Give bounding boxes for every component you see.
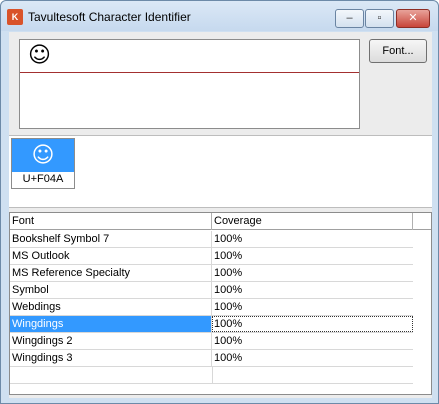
list-item[interactable]: MS Reference Specialty 100% xyxy=(10,265,413,282)
window-title: Tavultesoft Character Identifier xyxy=(28,10,191,24)
font-coverage: 100% xyxy=(214,233,243,245)
font-coverage: 100% xyxy=(212,316,413,332)
title-bar[interactable]: K Tavultesoft Character Identifier ‒ ▫ ✕ xyxy=(1,1,438,31)
maximize-button[interactable]: ▫ xyxy=(365,9,394,28)
list-item[interactable]: Symbol 100% xyxy=(10,282,413,299)
client-area: ☺ Font... ☺ U+F04A Font Coverage Bookshe… xyxy=(9,32,432,398)
empty-row xyxy=(10,367,413,384)
list-header: Font Coverage xyxy=(10,213,431,230)
glyph-preview: ☺ xyxy=(12,139,74,172)
list-item[interactable]: MS Outlook 100% xyxy=(10,248,413,265)
font-name: MS Reference Specialty xyxy=(10,265,212,281)
input-underline xyxy=(20,72,359,73)
font-coverage: 100% xyxy=(214,335,243,347)
list-item[interactable]: Wingdings 100% xyxy=(10,316,413,333)
font-coverage: 100% xyxy=(214,301,243,313)
font-name: Wingdings 3 xyxy=(10,350,212,366)
character-input[interactable]: ☺ xyxy=(19,39,360,129)
glyph-codepoint: U+F04A xyxy=(22,173,64,185)
font-name: Symbol xyxy=(10,282,212,298)
close-button[interactable]: ✕ xyxy=(396,9,430,28)
column-divider xyxy=(212,367,213,384)
glyph-panel: ☺ U+F04A xyxy=(9,135,432,208)
list-item[interactable]: Wingdings 2 100% xyxy=(10,333,413,350)
column-header-coverage[interactable]: Coverage xyxy=(212,213,413,230)
app-icon: K xyxy=(7,9,23,25)
list-item[interactable]: Wingdings 3 100% xyxy=(10,350,413,367)
font-coverage: 100% xyxy=(214,267,243,279)
font-list[interactable]: Font Coverage Bookshelf Symbol 7 100% MS O… xyxy=(9,212,432,395)
font-coverage: 100% xyxy=(214,250,243,262)
minimize-button[interactable]: ‒ xyxy=(335,9,364,28)
font-name: Webdings xyxy=(10,299,212,315)
font-name: MS Outlook xyxy=(10,248,212,264)
input-character: ☺ xyxy=(28,43,51,68)
font-name: Wingdings xyxy=(10,316,212,332)
glyph-tile[interactable]: ☺ U+F04A xyxy=(11,138,75,189)
font-button[interactable]: Font... xyxy=(369,39,427,63)
font-coverage: 100% xyxy=(214,352,243,364)
font-coverage: 100% xyxy=(214,284,243,296)
font-name: Bookshelf Symbol 7 xyxy=(10,231,212,247)
font-name: Wingdings 2 xyxy=(10,333,212,349)
list-item[interactable]: Webdings 100% xyxy=(10,299,413,316)
list-item[interactable]: Bookshelf Symbol 7 100% xyxy=(10,231,413,248)
column-header-font[interactable]: Font xyxy=(10,213,212,230)
character-identifier-window: K Tavultesoft Character Identifier ‒ ▫ ✕… xyxy=(0,0,439,404)
